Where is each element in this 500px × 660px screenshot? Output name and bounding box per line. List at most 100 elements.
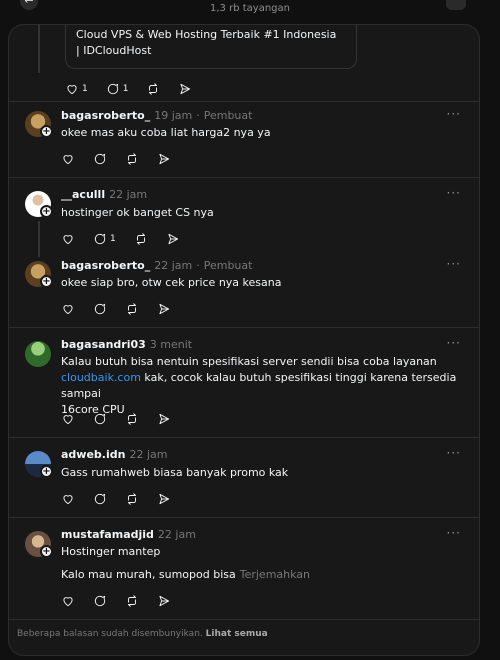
like-button[interactable]: 1	[65, 82, 88, 96]
share-button[interactable]	[157, 412, 171, 426]
plus-icon[interactable]: +	[40, 545, 53, 558]
share-button[interactable]	[157, 594, 171, 608]
comment-icon	[94, 153, 106, 165]
share-button[interactable]	[157, 302, 171, 316]
repost-button[interactable]	[146, 82, 160, 96]
share-button[interactable]	[157, 152, 171, 166]
heart-icon	[63, 235, 73, 245]
like-button[interactable]	[61, 232, 75, 246]
comment-actions	[61, 151, 189, 167]
comment-icon	[94, 413, 106, 425]
plus-icon[interactable]: +	[40, 205, 53, 218]
plus-icon[interactable]: +	[40, 275, 53, 288]
repost-button[interactable]	[125, 412, 139, 426]
views-count: 1,3 rb tayangan	[210, 3, 290, 14]
repost-icon	[128, 493, 136, 505]
more-icon[interactable]: ···	[447, 257, 461, 271]
hidden-replies-text: Beberapa balasan sudah disembunyikan.	[17, 629, 203, 639]
reply-count: 1	[122, 84, 129, 94]
timestamp: 19 jam	[154, 109, 193, 122]
comment-text: Kalau butuh bisa nentuin spesifikasi ser…	[61, 354, 473, 418]
comment-line: Kalau butuh bisa nentuin spesifikasi ser…	[61, 355, 437, 368]
timestamp: 3 menit	[149, 338, 193, 351]
comment-header: bagasroberto_ 19 jam · Pembuat	[61, 109, 253, 122]
share-icon	[159, 413, 170, 425]
username[interactable]: adweb.idn	[61, 448, 125, 461]
username[interactable]: bagasroberto_	[61, 259, 150, 272]
like-button[interactable]	[61, 302, 75, 316]
post-actions: 1 1	[65, 81, 210, 97]
repost-button[interactable]	[134, 232, 148, 246]
repost-button[interactable]	[125, 152, 139, 166]
like-button[interactable]	[61, 594, 75, 608]
comment-actions	[61, 593, 189, 609]
more-icon[interactable]: ···	[447, 336, 461, 350]
link-preview-card[interactable]: Cloud VPS & Web Hosting Terbaik #1 Indon…	[65, 25, 357, 69]
divider	[9, 437, 479, 438]
avatar[interactable]	[25, 341, 51, 367]
hidden-replies-footer: Beberapa balasan sudah disembunyikan. Li…	[17, 629, 268, 639]
like-button[interactable]	[61, 152, 75, 166]
heart-icon	[63, 415, 73, 425]
repost-icon	[128, 413, 136, 425]
comment-link[interactable]: cloudbaik.com	[61, 371, 141, 384]
reply-button[interactable]	[93, 152, 107, 166]
comment-text: okee siap bro, otw cek price nya kesana	[61, 276, 282, 289]
heart-icon	[63, 597, 73, 607]
reply-button[interactable]	[93, 492, 107, 506]
translate-link[interactable]: Terjemahkan	[240, 568, 310, 581]
comment-icon	[94, 233, 106, 245]
like-button[interactable]	[61, 412, 75, 426]
comment-line: Kalo mau murah, sumopod bisa	[61, 568, 236, 581]
reply-button[interactable]	[93, 412, 107, 426]
divider	[9, 327, 479, 328]
username[interactable]: __aculll	[61, 188, 105, 201]
comment-actions	[61, 491, 189, 507]
username[interactable]: bagasandri03	[61, 338, 146, 351]
share-button[interactable]	[178, 82, 192, 96]
share-icon	[159, 303, 170, 315]
comment-actions	[61, 411, 189, 427]
share-icon	[159, 493, 170, 505]
comment-text: okee mas aku coba liat harga2 nya ya	[61, 126, 271, 139]
heart-icon	[63, 155, 73, 165]
reply-count: 1	[110, 234, 116, 244]
username[interactable]: bagasroberto_	[61, 109, 150, 122]
comment-header: __aculll 22 jam	[61, 188, 147, 202]
comment-icon	[94, 303, 106, 315]
timestamp: 22 jam	[109, 188, 148, 201]
repost-icon	[149, 83, 158, 95]
reply-button[interactable]: 1	[93, 232, 116, 246]
comment-text: Hostinger mantep	[61, 545, 161, 558]
like-button[interactable]	[61, 492, 75, 506]
plus-icon[interactable]: +	[40, 125, 53, 138]
see-all-link[interactable]: Lihat semua	[206, 629, 268, 639]
more-icon[interactable]: ···	[447, 526, 461, 540]
comment-header: bagasandri03 3 menit	[61, 338, 192, 352]
share-button[interactable]	[157, 492, 171, 506]
plus-icon[interactable]: +	[40, 465, 53, 478]
repost-icon	[128, 595, 136, 607]
share-button[interactable]	[166, 232, 180, 246]
timestamp: 22 jam	[154, 259, 193, 272]
username[interactable]: mustafamadjid	[61, 528, 154, 541]
repost-icon	[128, 153, 136, 165]
link-title: Cloud VPS & Web Hosting Terbaik #1 Indon…	[76, 28, 337, 41]
reply-button[interactable]	[93, 302, 107, 316]
more-icon[interactable]: ···	[447, 186, 461, 200]
heart-icon	[63, 495, 73, 505]
thread-line	[38, 221, 40, 257]
repost-button[interactable]	[125, 302, 139, 316]
repost-button[interactable]	[125, 492, 139, 506]
more-icon[interactable]: ···	[446, 0, 466, 10]
repost-button[interactable]	[125, 594, 139, 608]
like-count: 1	[82, 84, 88, 94]
reply-button[interactable]: 1	[106, 82, 129, 96]
top-bar: ← 1,3 rb tayangan ···	[0, 0, 500, 20]
reply-button[interactable]	[93, 594, 107, 608]
heart-icon	[63, 305, 73, 315]
more-icon[interactable]: ···	[447, 107, 461, 121]
more-icon[interactable]: ···	[447, 446, 461, 460]
comment-header: bagasroberto_ 22 jam · Pembuat	[61, 259, 253, 272]
link-site: | IDCloudHost	[76, 44, 152, 57]
